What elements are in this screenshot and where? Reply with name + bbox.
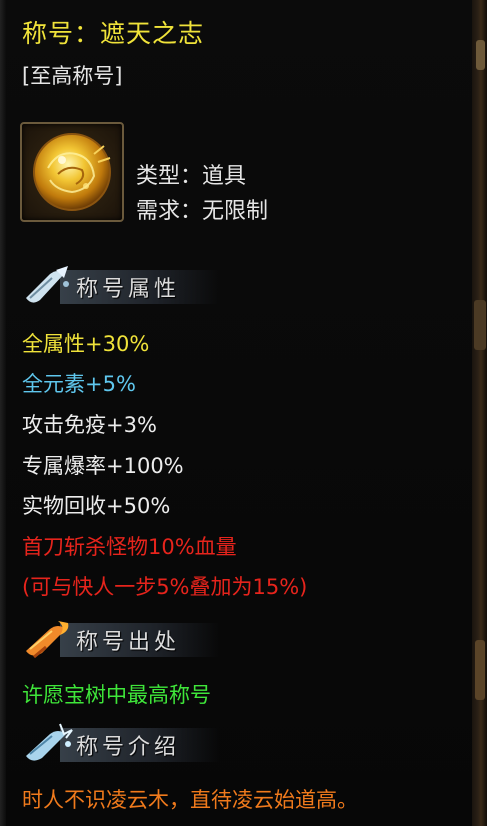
item-requirement: 需求：无限制	[136, 199, 269, 224]
attribute-line: 全属性+30%	[22, 332, 150, 356]
item-type: 类型：道具	[136, 164, 247, 189]
section-header-attributes: 称号属性	[20, 264, 220, 310]
source-text: 许愿宝树中最高称号	[22, 683, 211, 707]
flame-scroll-icon	[26, 621, 69, 659]
item-tooltip: 称号：遮天之志 [至高称号] 类型：道具 需求：无限制 称号属性 全属性+30%…	[0, 0, 472, 826]
intro-text: 时人不识凌云木，直待凌云始道高。	[22, 788, 358, 812]
tooltip-left-border	[0, 0, 6, 826]
attribute-line: (可与快人一步5%叠加为15%)	[22, 575, 308, 599]
ice-scroll-icon	[26, 723, 73, 761]
title-rank: [至高称号]	[22, 64, 123, 88]
section-label-intro: 称号介绍	[76, 735, 181, 760]
attribute-line: 攻击免疫+3%	[22, 413, 157, 437]
section-header-source: 称号出处	[20, 617, 220, 663]
section-header-intro: 称号介绍	[20, 722, 220, 768]
attribute-line: 实物回收+50%	[22, 494, 171, 518]
attribute-line: 专属爆率+100%	[22, 454, 184, 478]
section-label-source: 称号出处	[76, 630, 181, 655]
background-game-edge	[472, 0, 487, 826]
golden-medallion-icon	[33, 133, 111, 211]
attribute-line: 首刀斩杀怪物10%血量	[22, 535, 237, 559]
attribute-line: 全元素+5%	[22, 372, 136, 396]
item-icon-slot[interactable]	[20, 122, 124, 222]
scroll-icon	[26, 266, 69, 303]
section-label-attributes: 称号属性	[76, 277, 181, 302]
title-name: 称号：遮天之志	[22, 19, 205, 48]
